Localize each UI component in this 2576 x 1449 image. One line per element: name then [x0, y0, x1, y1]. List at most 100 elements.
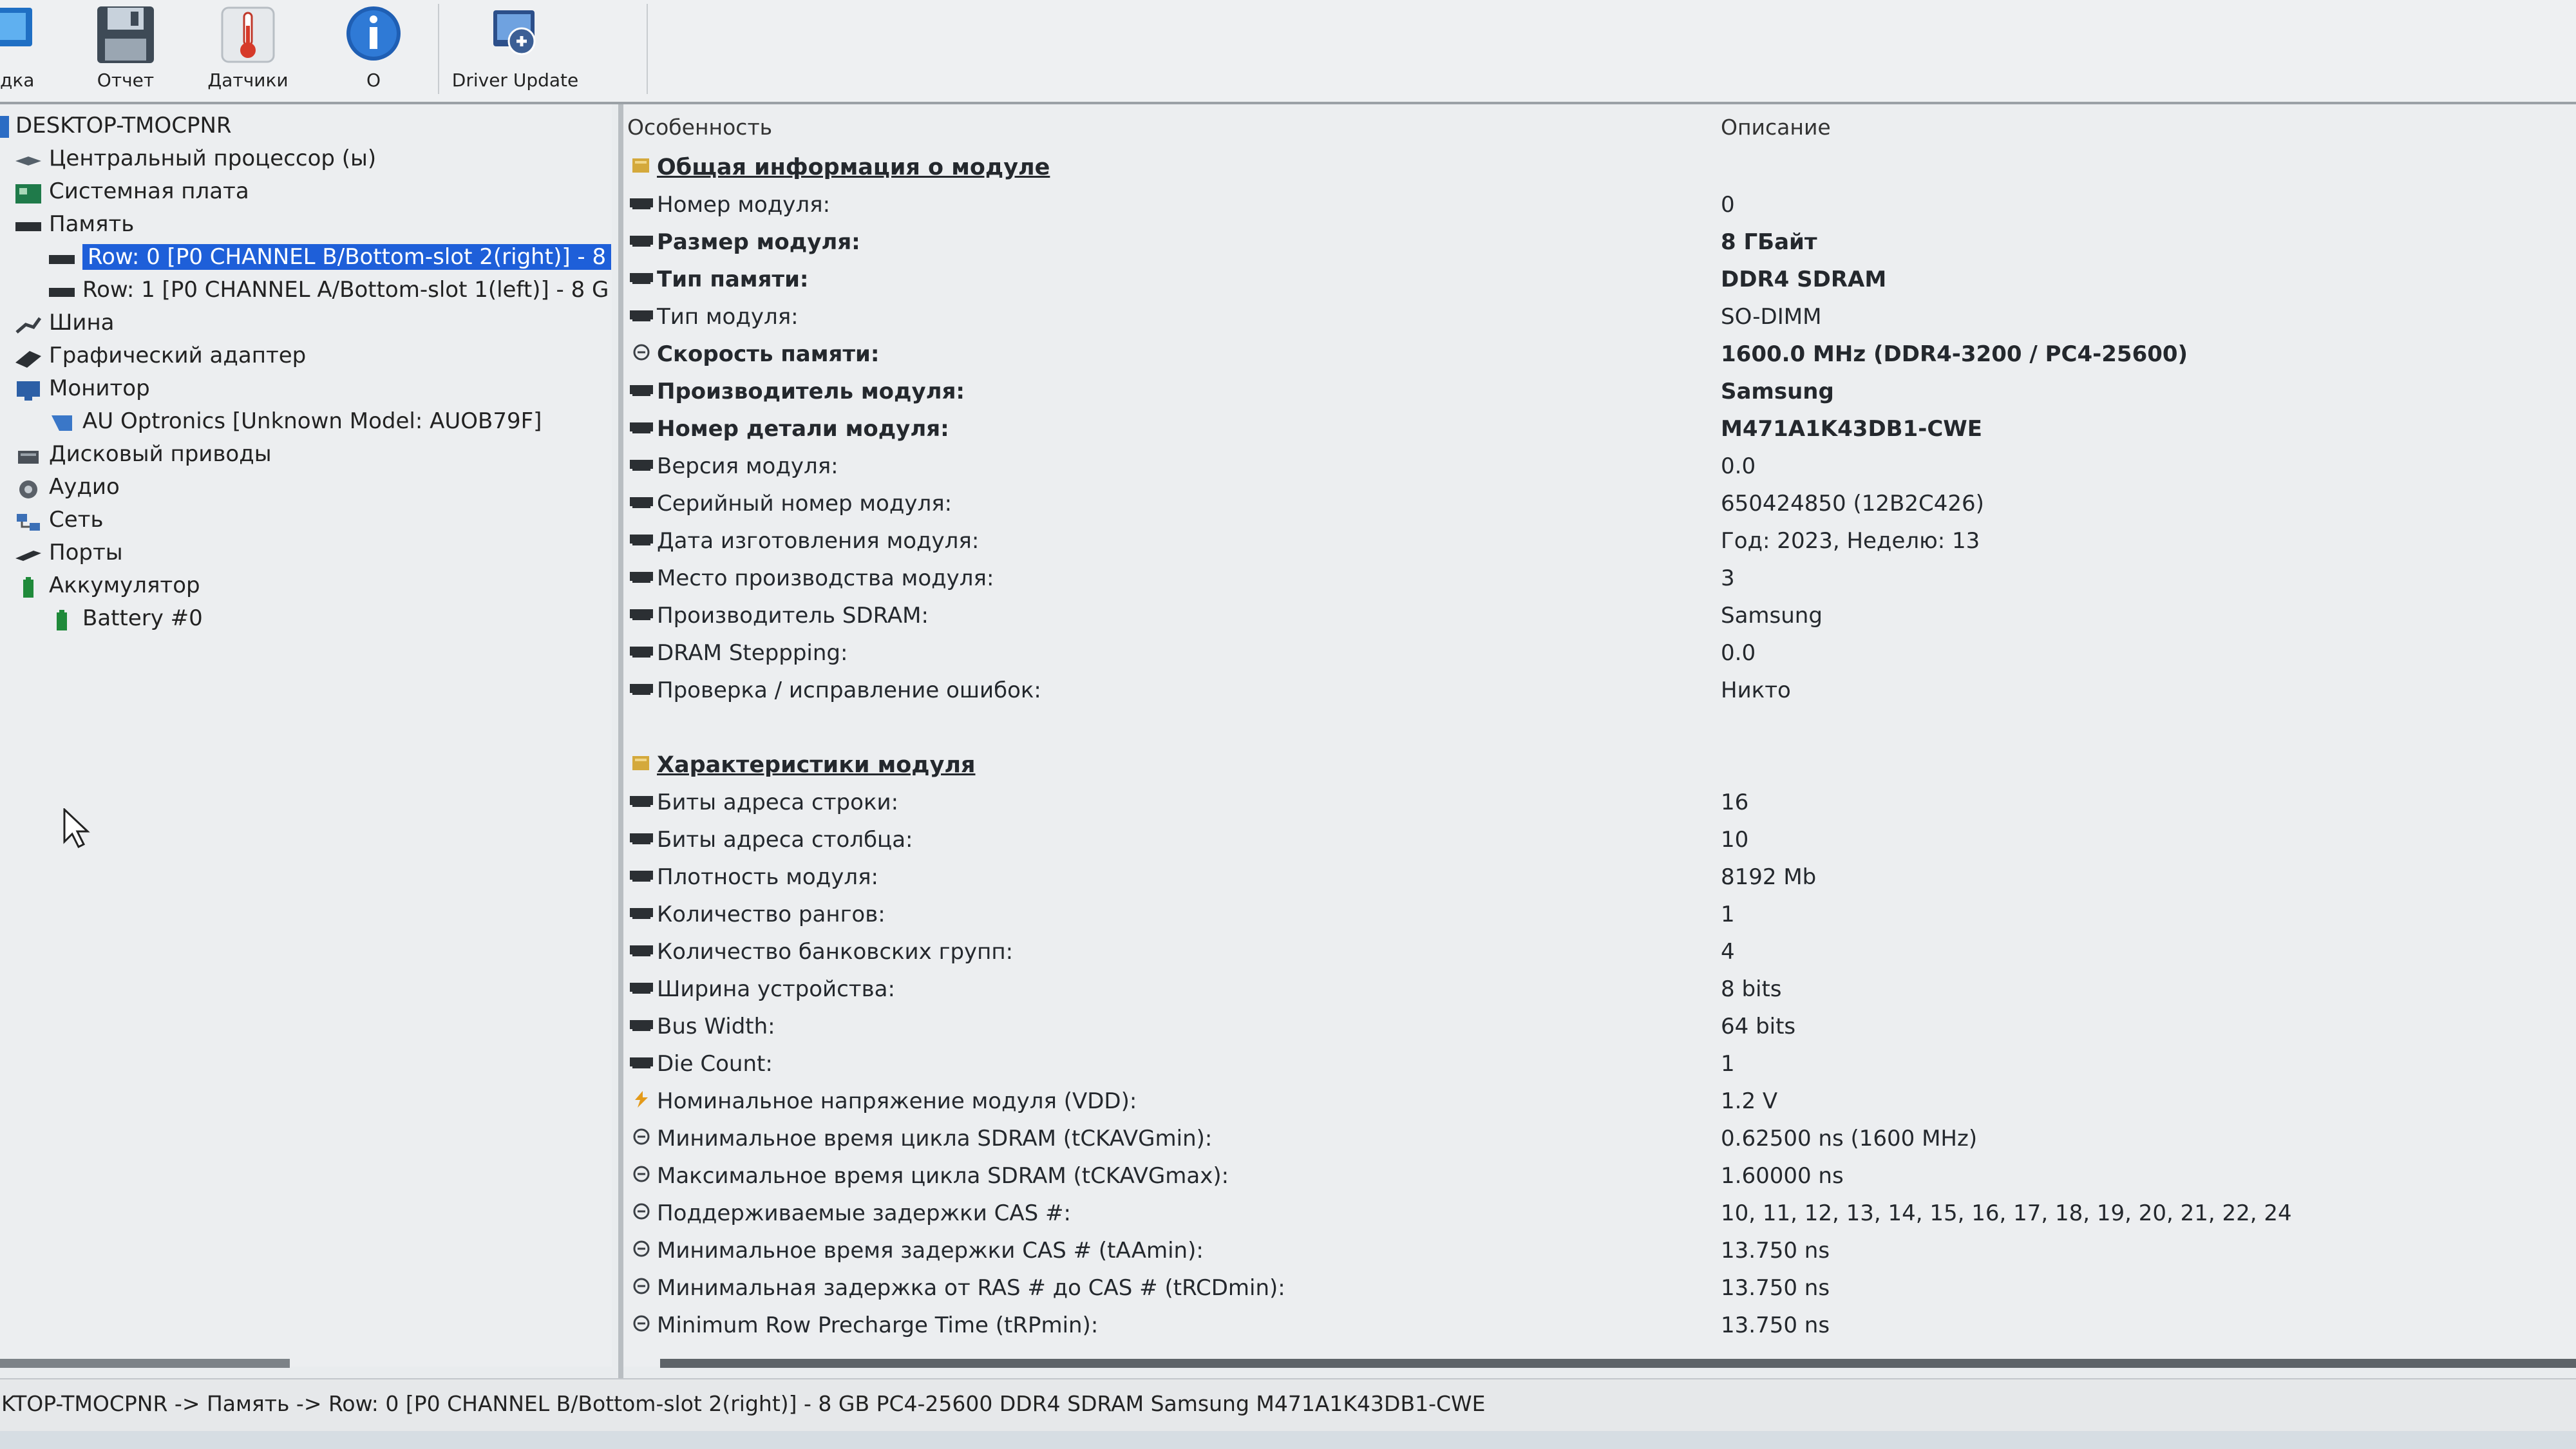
- property-row[interactable]: DRAM Steppping: 0.0: [623, 635, 2576, 671]
- property-row[interactable]: Ширина устройства: 8 bits: [623, 971, 2576, 1007]
- property-name: Размер модуля:: [657, 229, 860, 255]
- memory-module-icon: [630, 194, 653, 211]
- column-header-description[interactable]: Описание: [1721, 115, 1831, 140]
- memory-module-icon: [630, 904, 653, 921]
- tree-item-display[interactable]: AU Optronics [Unknown Model: AUOB79F]: [48, 405, 542, 437]
- property-row[interactable]: Номер детали модуля: M471A1K43DB1-CWE: [623, 411, 2576, 447]
- taskbar-edge: [0, 1431, 2576, 1449]
- property-value: SO-DIMM: [1721, 304, 1822, 330]
- property-row[interactable]: Минимальное время задержки CAS # (tAAmin…: [623, 1233, 2576, 1269]
- property-row[interactable]: Bus Width: 64 bits: [623, 1009, 2576, 1045]
- property-name: Биты адреса строки:: [657, 790, 899, 815]
- tree-item-network[interactable]: Сеть: [14, 504, 104, 536]
- property-row[interactable]: Номинальное напряжение модуля (VDD): 1.2 …: [623, 1083, 2576, 1119]
- property-name: Скорость памяти:: [657, 341, 880, 367]
- property-row[interactable]: Биты адреса строки: 16: [623, 784, 2576, 820]
- driver-update-button-label: Driver Update: [451, 70, 579, 91]
- monitor-icon: [14, 379, 43, 401]
- property-row[interactable]: Номер модуля: 0: [623, 187, 2576, 223]
- property-row[interactable]: Количество рангов: 1: [623, 896, 2576, 933]
- clock-icon: [630, 1203, 653, 1220]
- memory-icon: [14, 214, 43, 236]
- tree-item-monitor[interactable]: Монитор: [14, 372, 150, 404]
- toolbar-separator: [647, 4, 648, 94]
- property-row[interactable]: Серийный номер модуля: 650424850 (12B2C42…: [623, 486, 2576, 522]
- about-button[interactable]: О: [335, 0, 412, 97]
- memory-module-icon: [630, 493, 653, 510]
- property-value: 10: [1721, 827, 1749, 853]
- pane-splitter[interactable]: [618, 104, 623, 1379]
- memory-module-icon: [630, 419, 653, 435]
- tree-item-memory-row-1[interactable]: Row: 1 [P0 CHANNEL A/Bottom-slot 1(left)…: [48, 274, 609, 306]
- property-row[interactable]: Minimum Row Precharge Time (tRPmin): 13.7…: [623, 1307, 2576, 1343]
- tree-item-battery-0[interactable]: Battery #0: [48, 602, 203, 634]
- property-row[interactable]: Проверка / исправление ошибок: Никто: [623, 672, 2576, 708]
- property-value: DDR4 SDRAM: [1721, 267, 1887, 292]
- property-row[interactable]: Минимальная задержка от RAS # до CAS # (…: [623, 1270, 2576, 1306]
- tree-horizontal-scrollbar[interactable]: [0, 1359, 290, 1368]
- property-value: 13.750 ns: [1721, 1312, 1830, 1338]
- tree-item-memory[interactable]: Память: [14, 208, 134, 240]
- status-bar: KTOP-TMOCPNR -> Память -> Row: 0 [P0 CHA…: [0, 1378, 2576, 1431]
- property-row[interactable]: Производитель SDRAM: Samsung: [623, 598, 2576, 634]
- property-name: Проверка / исправление ошибок:: [657, 677, 1041, 703]
- memory-module-icon: [630, 979, 653, 996]
- clock-icon: [630, 1278, 653, 1294]
- folder-icon: [630, 755, 653, 772]
- memory-module-icon: [630, 829, 653, 846]
- device-tree[interactable]: DESKTOP-TMOCPNR Центральный процессор (ы…: [0, 104, 612, 1367]
- property-value: 13.750 ns: [1721, 1275, 1830, 1301]
- property-row[interactable]: Версия модуля: 0.0: [623, 448, 2576, 484]
- tree-item-ports[interactable]: Порты: [14, 536, 123, 569]
- property-row[interactable]: Место производства модуля: 3: [623, 560, 2576, 596]
- tree-item-motherboard[interactable]: Системная плата: [14, 175, 249, 207]
- tree-item-computer[interactable]: DESKTOP-TMOCPNR: [0, 109, 232, 142]
- property-row[interactable]: Die Count: 1: [623, 1046, 2576, 1082]
- property-row[interactable]: Поддерживаемые задержки CAS #: 10, 11, 12…: [623, 1195, 2576, 1231]
- property-row[interactable]: Дата изготовления модуля: Год: 2023, Неде…: [623, 523, 2576, 559]
- gpu-icon: [14, 346, 43, 368]
- tree-item-cpu[interactable]: Центральный процессор (ы): [14, 142, 376, 175]
- property-row[interactable]: Тип модуля: SO-DIMM: [623, 299, 2576, 335]
- section-header[interactable]: Общая информация о модуле: [623, 149, 2576, 185]
- property-name: Количество рангов:: [657, 902, 886, 927]
- property-row[interactable]: Размер модуля: 8 ГБайт: [623, 224, 2576, 260]
- property-value: Год: 2023, Неделю: 13: [1721, 528, 1980, 554]
- property-row[interactable]: Плотность модуля: 8192 Mb: [623, 859, 2576, 895]
- memory-module-icon: [630, 456, 653, 473]
- toolbar-button-partial[interactable]: дка: [0, 0, 39, 97]
- property-row[interactable]: Биты адреса столбца: 10: [623, 822, 2576, 858]
- property-row[interactable]: Количество банковских групп: 4: [623, 934, 2576, 970]
- list-horizontal-scrollbar[interactable]: [660, 1359, 2576, 1368]
- property-value: 1.2 V: [1721, 1088, 1778, 1114]
- property-value: 64 bits: [1721, 1014, 1796, 1039]
- clock-icon: [630, 344, 653, 361]
- memory-module-icon: [630, 1054, 653, 1070]
- property-row[interactable]: Скорость памяти: 1600.0 MHz (DDR4-3200 / …: [623, 336, 2576, 372]
- section-header[interactable]: Характеристики модуля: [623, 747, 2576, 783]
- tree-item-bus[interactable]: Шина: [14, 307, 115, 339]
- properties-list[interactable]: Особенность Описание Общая информация о …: [623, 104, 2576, 1367]
- property-row[interactable]: Производитель модуля: Samsung: [623, 374, 2576, 410]
- property-row[interactable]: Максимальное время цикла SDRAM (tCKAVGma…: [623, 1158, 2576, 1194]
- report-button[interactable]: Отчет: [90, 0, 161, 97]
- driver-update-button[interactable]: Driver Update: [451, 0, 580, 97]
- property-name: Серийный номер модуля:: [657, 491, 952, 516]
- tree-item-audio[interactable]: Аудио: [14, 471, 120, 503]
- memory-module-icon: [630, 1016, 653, 1033]
- tree-item-memory-row-0[interactable]: Row: 0 [P0 CHANNEL B/Bottom-slot 2(right…: [48, 241, 612, 273]
- property-row[interactable]: Тип памяти: DDR4 SDRAM: [623, 261, 2576, 298]
- toolbar-button-label: дка: [0, 70, 35, 91]
- property-value: Samsung: [1721, 603, 1823, 629]
- property-value: Samsung: [1721, 379, 1834, 404]
- memory-module-icon: [630, 792, 653, 809]
- tree-item-disk[interactable]: Дисковый приводы: [14, 438, 272, 470]
- memory-module-icon: [630, 381, 653, 398]
- sensors-button[interactable]: Датчики: [206, 0, 290, 97]
- property-row[interactable]: Минимальное время цикла SDRAM (tCKAVGmin…: [623, 1121, 2576, 1157]
- bus-icon: [14, 313, 43, 335]
- column-header-feature[interactable]: Особенность: [627, 115, 772, 140]
- memory-module-icon: [630, 680, 653, 697]
- tree-item-battery[interactable]: Аккумулятор: [14, 569, 200, 601]
- tree-item-gpu[interactable]: Графический адаптер: [14, 339, 306, 372]
